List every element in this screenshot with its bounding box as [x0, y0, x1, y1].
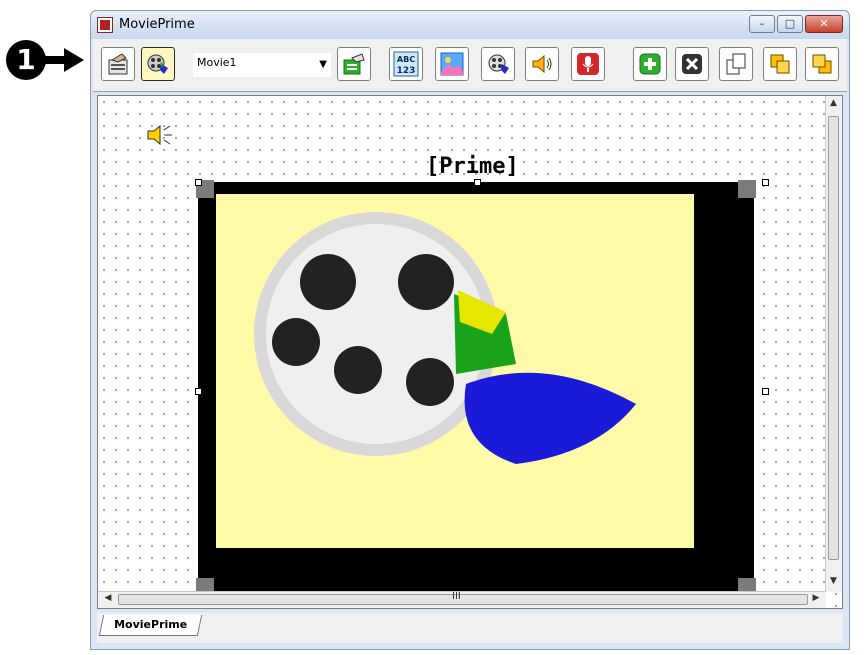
speaker-sound-icon — [532, 54, 552, 74]
resize-handle-w[interactable] — [195, 388, 202, 395]
step-number-badge: 1 — [6, 40, 46, 80]
tab-bar: MoviePrime — [97, 613, 843, 643]
minimize-button[interactable]: – — [749, 15, 775, 33]
image-button[interactable] — [435, 47, 469, 81]
resize-handle-n[interactable] — [474, 179, 481, 186]
scroll-down-icon[interactable]: ▼ — [828, 576, 839, 590]
text-button[interactable]: ABC 123 — [389, 47, 423, 81]
text-abc-123-icon: ABC 123 — [393, 51, 419, 77]
scroll-up-icon[interactable]: ▲ — [828, 98, 839, 112]
resize-handle-e[interactable] — [762, 388, 769, 395]
window-title: MoviePrime — [119, 17, 195, 32]
window-controls: – □ ✕ — [749, 15, 843, 33]
horizontal-scrollbar[interactable]: ◀ III ▶ — [98, 591, 826, 608]
chevron-down-icon: ▼ — [319, 59, 327, 70]
add-button[interactable] — [633, 47, 667, 81]
select-clip-icon — [343, 53, 365, 75]
edit-frame-icon — [108, 53, 128, 75]
movieprime-window: MoviePrime – □ ✕ Movie1 ▼ ABC 123 [Prime… — [90, 10, 850, 650]
send-back-icon — [812, 54, 832, 74]
film-reel-icon — [488, 54, 509, 74]
speaker-icon[interactable] — [144, 120, 174, 150]
movie-screen[interactable] — [216, 194, 694, 548]
edit-frame-button[interactable] — [101, 47, 135, 81]
close-button[interactable]: ✕ — [805, 15, 843, 33]
design-canvas[interactable]: [Prime] ▲ ▼ ◀ III ▶ — [97, 95, 843, 609]
scroll-right-icon[interactable]: ▶ — [810, 593, 822, 603]
tab-movieprime[interactable]: MoviePrime — [98, 615, 203, 636]
sound-button[interactable] — [525, 47, 559, 81]
vertical-scrollbar[interactable]: ▲ ▼ — [825, 96, 842, 592]
tab-label: MoviePrime — [114, 618, 188, 631]
maximize-button[interactable]: □ — [777, 15, 803, 33]
clip-selector-value: Movie1 — [197, 56, 237, 69]
title-bar[interactable]: MoviePrime – □ ✕ — [91, 11, 849, 39]
film-reel-graphic — [254, 212, 636, 464]
record-microphone-icon — [577, 53, 599, 75]
copy-pages-icon — [726, 53, 746, 75]
callout-arrowhead — [64, 48, 84, 72]
step-callout: 1 — [6, 38, 86, 84]
add-icon — [639, 53, 661, 75]
horizontal-scroll-thumb[interactable] — [118, 594, 808, 605]
vertical-scroll-thumb[interactable] — [828, 116, 839, 560]
svg-text:ABC: ABC — [397, 55, 415, 64]
bring-forward-icon — [770, 54, 790, 74]
film-reel-button[interactable] — [481, 47, 515, 81]
copy-pages-button[interactable] — [719, 47, 753, 81]
movie-clip-icon — [147, 54, 168, 74]
clip-selector[interactable]: Movie1 ▼ — [193, 53, 331, 77]
object-label: [Prime] — [426, 154, 519, 179]
image-icon — [440, 52, 464, 76]
record-button[interactable] — [571, 47, 605, 81]
resize-handle-ne[interactable] — [762, 179, 769, 186]
resize-handle-nw[interactable] — [195, 179, 202, 186]
bring-forward-button[interactable] — [763, 47, 797, 81]
toolbar: Movie1 ▼ ABC 123 — [93, 39, 847, 92]
scroll-grip-icon: III — [452, 591, 461, 602]
select-clip-button[interactable] — [337, 47, 371, 81]
delete-button[interactable] — [675, 47, 709, 81]
movie-clip-button[interactable] — [141, 47, 175, 81]
scroll-left-icon[interactable]: ◀ — [102, 593, 114, 603]
svg-text:123: 123 — [397, 66, 416, 76]
frame-corner-tr — [738, 180, 756, 198]
delete-icon — [682, 54, 702, 74]
app-icon — [97, 17, 113, 33]
send-back-button[interactable] — [805, 47, 839, 81]
